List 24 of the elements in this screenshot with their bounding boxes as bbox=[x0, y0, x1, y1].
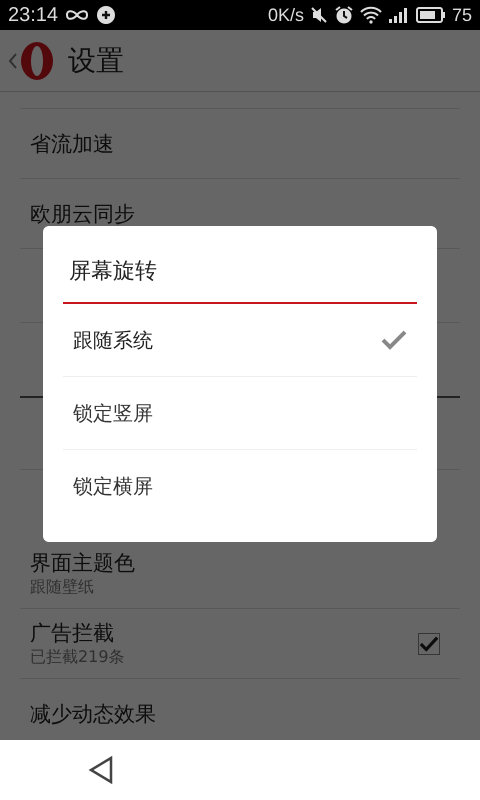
item-title: 界面主题色 bbox=[30, 550, 136, 577]
back-icon[interactable] bbox=[88, 755, 114, 785]
alarm-icon bbox=[334, 5, 354, 25]
infinity-icon bbox=[64, 8, 90, 22]
wifi-icon bbox=[360, 6, 382, 24]
logo-icon bbox=[20, 40, 54, 80]
dialog-title: 屏幕旋转 bbox=[68, 258, 158, 286]
battery-icon bbox=[416, 7, 446, 23]
item-title: 减少动态效果 bbox=[30, 700, 157, 728]
item-title: 广告拦截 bbox=[30, 620, 115, 647]
settings-item[interactable]: 省流加速 bbox=[20, 109, 460, 179]
mute-icon bbox=[310, 6, 328, 24]
item-title: 欧朋云同步 bbox=[30, 200, 136, 228]
battery-level-text: 75 bbox=[452, 4, 472, 26]
item-title: 省流加速 bbox=[30, 130, 115, 158]
clock-text: 23:14 bbox=[8, 4, 58, 26]
checkbox[interactable] bbox=[418, 632, 440, 654]
option-item[interactable]: 锁定竖屏 bbox=[63, 377, 417, 450]
checkmark-icon bbox=[381, 329, 407, 351]
signal-icon bbox=[388, 7, 410, 23]
option-item[interactable]: 跟随系统 bbox=[63, 304, 417, 377]
option-item[interactable]: 锁定横屏 bbox=[63, 450, 417, 522]
network-speed-text: 0K/s bbox=[268, 4, 304, 26]
page-title: 设置 bbox=[68, 42, 124, 78]
